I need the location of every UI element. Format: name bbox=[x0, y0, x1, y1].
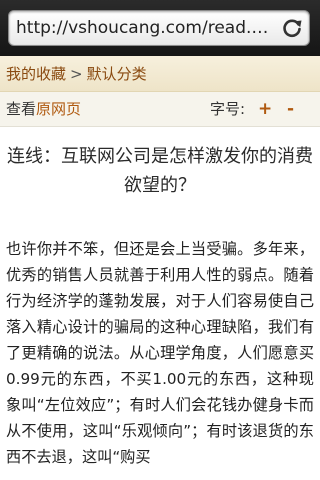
page: http://vshoucang.com/read.php?sid... 我的收… bbox=[0, 0, 320, 480]
reader-toolbar: 查看原网页 字号: + - bbox=[0, 92, 320, 127]
url-field[interactable]: http://vshoucang.com/read.php?sid... bbox=[8, 10, 310, 46]
original-page-label[interactable]: 原网页 bbox=[36, 100, 81, 118]
article-body: 也许你并不笨，但还是会上当受骗。多年来，优秀的销售人员就善于利用人性的弱点。随着… bbox=[6, 240, 314, 466]
url-text[interactable]: http://vshoucang.com/read.php?sid... bbox=[16, 11, 278, 45]
browser-address-bar: http://vshoucang.com/read.php?sid... bbox=[0, 0, 320, 56]
view-original-link[interactable]: 查看原网页 bbox=[6, 92, 81, 126]
breadcrumb-default-category[interactable]: 默认分类 bbox=[87, 65, 147, 83]
breadcrumb-separator: > bbox=[70, 65, 83, 83]
article-title: 连线：互联网公司是怎样激发你的消费欲望的？ bbox=[7, 146, 313, 196]
font-increase-button[interactable]: + bbox=[258, 92, 272, 126]
view-prefix: 查看 bbox=[6, 100, 37, 118]
font-decrease-button[interactable]: - bbox=[287, 92, 294, 126]
reload-icon[interactable] bbox=[280, 16, 304, 40]
breadcrumb: 我的收藏 > 默认分类 bbox=[0, 56, 320, 92]
font-size-label: 字号: bbox=[210, 100, 246, 118]
breadcrumb-my-favorites[interactable]: 我的收藏 bbox=[6, 65, 66, 83]
